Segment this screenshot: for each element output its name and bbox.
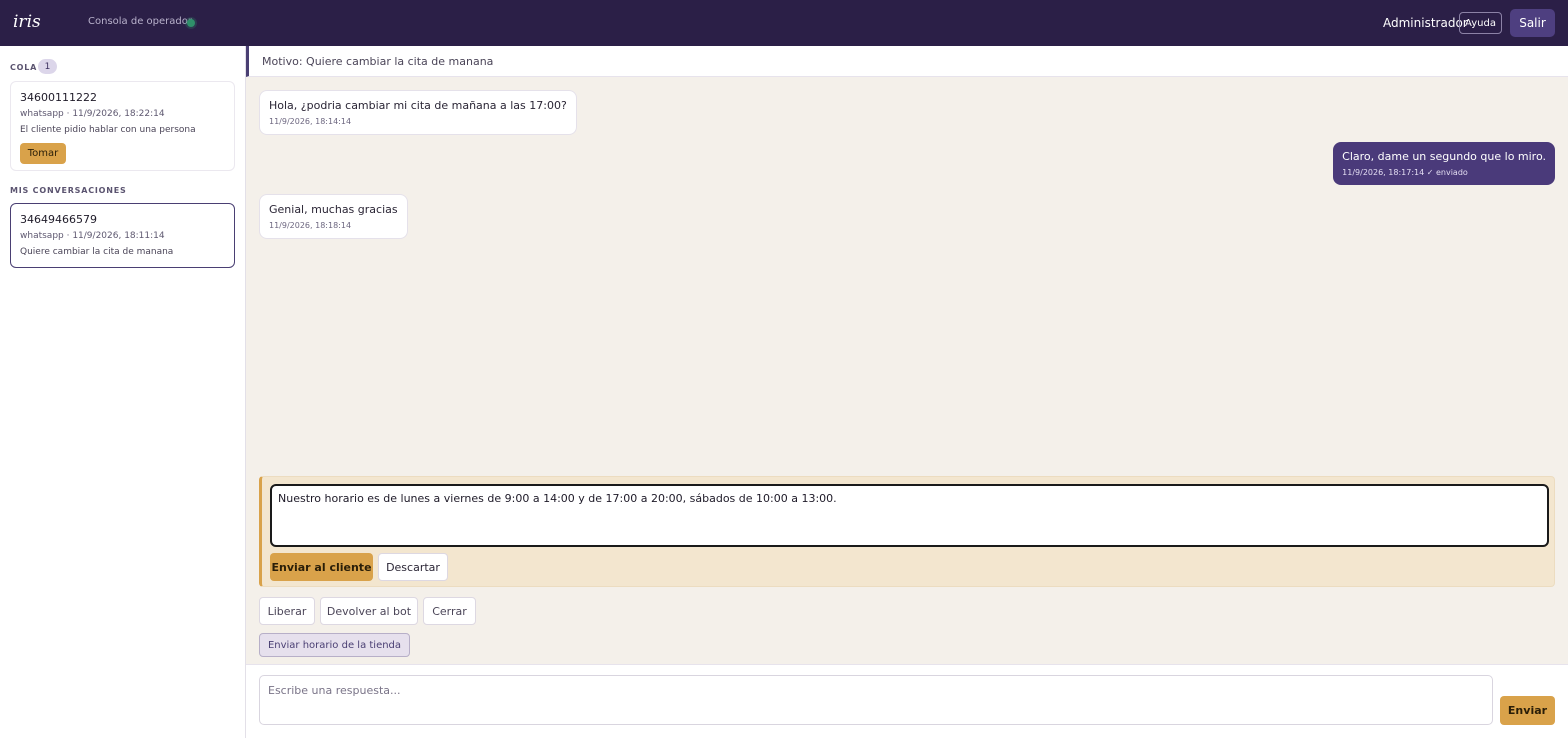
discard-button[interactable]: Descartar [378, 553, 448, 581]
queue-item-meta: whatsapp · 11/9/2026, 18:22:14 [20, 109, 165, 119]
close-conversation-button[interactable]: Cerrar [423, 597, 476, 625]
conversation-item-reason: Quiere cambiar la cita de manana [20, 247, 174, 257]
message-time: 11/9/2026, 18:17:14 ✓ enviado [1342, 168, 1468, 177]
top-bar: iris Consola de operador Administrador A… [0, 0, 1568, 46]
draft-textarea[interactable]: Nuestro horario es de lunes a viernes de… [270, 484, 1549, 547]
conversation-item[interactable]: 34649466579 whatsapp · 11/9/2026, 18:11:… [10, 203, 235, 268]
console-label: Consola de operador [88, 16, 192, 27]
take-button[interactable]: Tomar [20, 143, 66, 164]
message-text: Hola, ¿podria cambiar mi cita de mañana … [269, 99, 567, 112]
draft-panel: Nuestro horario es de lunes a viernes de… [259, 476, 1555, 587]
reason-bar: Motivo: Quiere cambiar la cita de manana [246, 46, 1568, 77]
return-to-bot-button[interactable]: Devolver al bot [320, 597, 418, 625]
queue-title: COLA [10, 63, 38, 72]
queue-item[interactable]: 34600111222 whatsapp · 11/9/2026, 18:22:… [10, 81, 235, 171]
send-button[interactable]: Enviar [1500, 696, 1555, 725]
sidebar: COLA 1 34600111222 whatsapp · 11/9/2026,… [0, 46, 246, 738]
outgoing-message: Claro, dame un segundo que lo miro. 11/9… [1333, 142, 1555, 185]
send-to-client-button[interactable]: Enviar al cliente [270, 553, 373, 581]
app-logo: iris [13, 12, 41, 32]
queue-item-phone: 34600111222 [20, 91, 97, 104]
help-button[interactable]: Ayuda [1459, 12, 1502, 34]
conversation-panel: Motivo: Quiere cambiar la cita de manana… [246, 46, 1568, 738]
incoming-message: Hola, ¿podria cambiar mi cita de mañana … [259, 90, 577, 135]
user-name: Administrador [1383, 16, 1468, 30]
online-status-icon [187, 19, 195, 27]
logout-button[interactable]: Salir [1510, 9, 1555, 37]
message-text: Genial, muchas gracias [269, 203, 398, 216]
composer: Enviar [246, 664, 1568, 738]
conversation-item-meta: whatsapp · 11/9/2026, 18:11:14 [20, 231, 165, 241]
conversation-item-phone: 34649466579 [20, 213, 97, 226]
message-time: 11/9/2026, 18:14:14 [269, 117, 352, 126]
message-text: Claro, dame un segundo que lo miro. [1342, 150, 1546, 163]
reply-input[interactable] [259, 675, 1493, 725]
conversation-reason: Motivo: Quiere cambiar la cita de manana [262, 55, 494, 68]
send-store-hours-button[interactable]: Enviar horario de la tienda [259, 633, 410, 657]
queue-count-badge: 1 [38, 59, 57, 74]
queue-item-reason: El cliente pidio hablar con una persona [20, 125, 196, 135]
release-button[interactable]: Liberar [259, 597, 315, 625]
incoming-message: Genial, muchas gracias 11/9/2026, 18:18:… [259, 194, 408, 239]
my-conversations-title: MIS CONVERSACIONES [10, 186, 127, 195]
message-time: 11/9/2026, 18:18:14 [269, 221, 352, 230]
